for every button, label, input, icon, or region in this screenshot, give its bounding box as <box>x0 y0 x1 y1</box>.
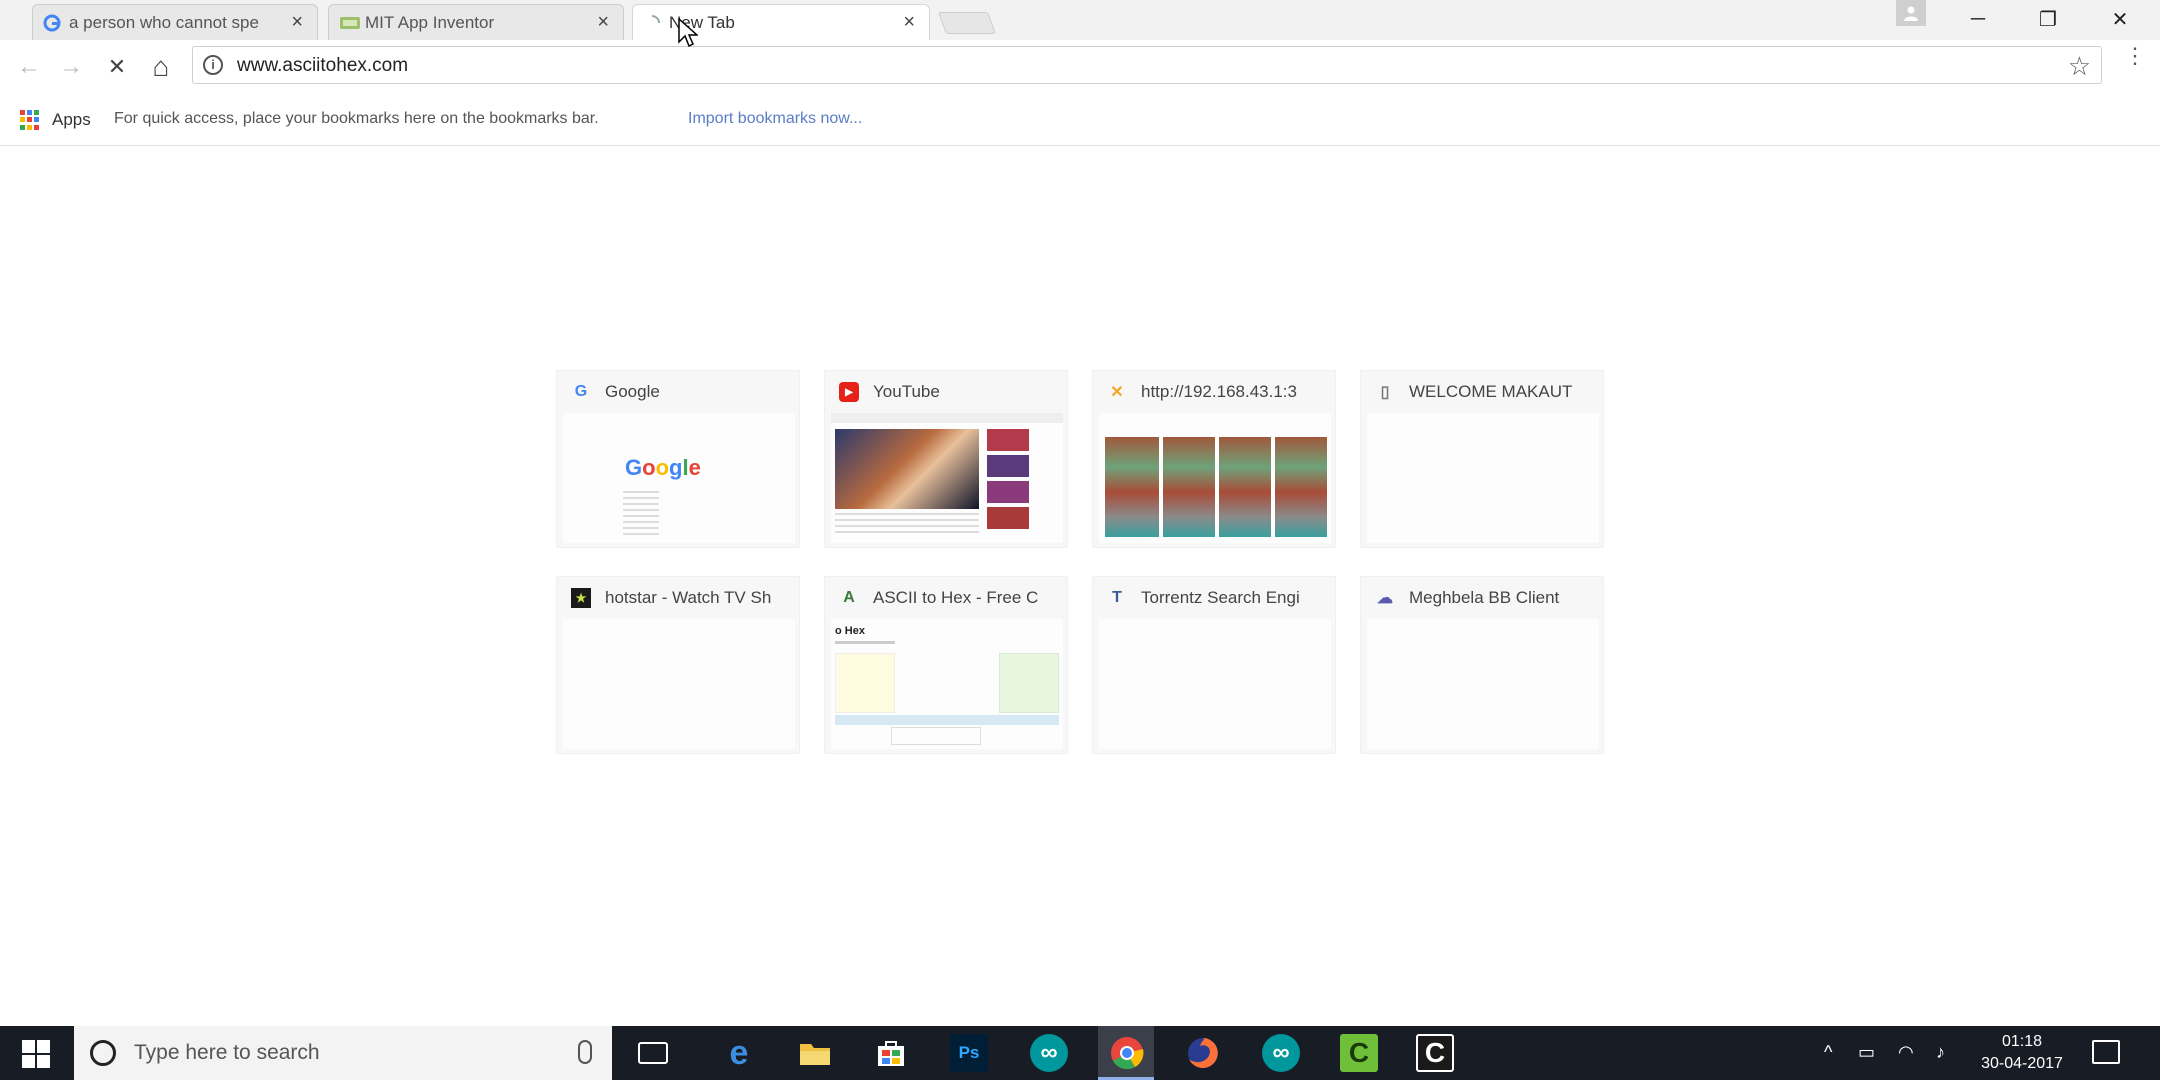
tile-title: Torrentz Search Engi <box>1141 588 1300 607</box>
restore-button[interactable]: ❐ <box>2018 0 2078 38</box>
wifi-icon[interactable]: ◠ <box>1898 1042 1914 1063</box>
camtasia-recorder-icon[interactable]: C <box>1416 1034 1454 1072</box>
most-visited-tile-hotstar[interactable]: ★ hotstar - Watch TV Sh <box>556 576 800 754</box>
address-bar[interactable]: i www.asciitohex.com ☆ <box>192 46 2102 84</box>
site-info-icon[interactable]: i <box>203 55 223 75</box>
import-bookmarks-link[interactable]: Import bookmarks now... <box>688 110 862 128</box>
tile-thumbnail: o Hex <box>831 619 1063 749</box>
mit-app-inventor-icon <box>339 14 360 32</box>
bookmarks-bar: Apps For quick access, place your bookma… <box>0 92 2160 146</box>
close-tab-icon[interactable]: × <box>903 11 915 34</box>
clock-date: 30-04-2017 <box>1981 1055 2063 1072</box>
google-icon: G <box>574 383 588 400</box>
cortana-icon[interactable] <box>90 1040 116 1066</box>
most-visited-tile-makaut[interactable]: ▯ WELCOME MAKAUT <box>1360 370 1604 548</box>
profile-avatar-icon[interactable] <box>1896 0 1926 26</box>
chrome-menu-icon[interactable]: ⋮ <box>2124 45 2146 67</box>
task-view-icon[interactable] <box>638 1042 668 1064</box>
file-explorer-icon[interactable] <box>796 1034 834 1072</box>
show-hidden-icons-chevron[interactable]: ^ <box>1824 1042 1832 1063</box>
home-button[interactable]: ⌂ <box>146 51 176 82</box>
clock-time: 01:18 <box>2001 1033 2043 1050</box>
xender-icon: ✕ <box>1110 384 1124 401</box>
close-window-button[interactable]: ✕ <box>2090 0 2150 38</box>
bookmarks-hint: For quick access, place your bookmarks h… <box>114 110 599 127</box>
tile-title: Meghbela BB Client <box>1409 588 1560 607</box>
system-clock[interactable]: 01:18 30-04-2017 <box>1972 1031 2072 1075</box>
arduino-icon-2[interactable]: ∞ <box>1262 1034 1300 1072</box>
page-icon: ▯ <box>1380 384 1390 401</box>
minimize-button[interactable]: ─ <box>1948 0 2008 38</box>
mouse-cursor-icon <box>678 17 699 53</box>
search-placeholder: Type here to search <box>134 1041 320 1064</box>
new-tab-button[interactable] <box>937 12 997 34</box>
close-tab-icon[interactable]: × <box>597 11 609 34</box>
tile-title: YouTube <box>873 382 940 401</box>
tile-thumbnail <box>1099 619 1331 749</box>
battery-icon[interactable]: ▭ <box>1858 1042 1875 1063</box>
close-tab-icon[interactable]: × <box>291 11 303 34</box>
microphone-icon[interactable] <box>578 1040 592 1064</box>
tile-thumbnail <box>563 619 795 749</box>
tab-new-tab[interactable]: New Tab × <box>632 4 930 40</box>
taskbar-search-box[interactable]: Type here to search <box>74 1026 612 1080</box>
tab-label: MIT App Inventor <box>365 12 495 32</box>
camtasia-icon[interactable]: C <box>1340 1034 1378 1072</box>
torrentz-icon: T <box>1112 589 1122 606</box>
tile-thumbnail <box>1367 413 1599 543</box>
stop-loading-button[interactable]: ✕ <box>102 52 132 82</box>
apps-grid-icon[interactable] <box>20 110 40 130</box>
hotstar-icon: ★ <box>571 588 591 608</box>
youtube-icon: ▶ <box>839 382 859 402</box>
firefox-icon[interactable] <box>1184 1034 1222 1072</box>
tile-title: Google <box>605 382 660 401</box>
most-visited-tile-torrentz[interactable]: T Torrentz Search Engi <box>1092 576 1336 754</box>
edge-icon[interactable]: e <box>720 1034 758 1072</box>
google-logo: Google <box>625 455 701 480</box>
tab-label: New Tab <box>669 12 735 32</box>
url-text[interactable]: www.asciitohex.com <box>237 55 408 77</box>
volume-icon[interactable]: ♪ <box>1936 1042 1945 1063</box>
arduino-icon[interactable]: ∞ <box>1030 1034 1068 1072</box>
back-button[interactable]: ← <box>14 52 44 82</box>
most-visited-tile-youtube[interactable]: ▶ YouTube <box>824 370 1068 548</box>
tile-thumbnail: Google <box>563 413 795 543</box>
google-icon <box>43 14 61 32</box>
tile-title: ASCII to Hex - Free C <box>873 588 1039 607</box>
meghbela-icon: ☁ <box>1377 590 1393 607</box>
bookmark-star-icon[interactable]: ☆ <box>2068 51 2091 82</box>
tab-strip: a person who cannot spe × MIT App Invent… <box>0 0 2160 40</box>
browser-toolbar: ← → ✕ ⌂ i www.asciitohex.com ☆ ⋮ <box>0 40 2160 92</box>
tab-label: a person who cannot spe <box>69 12 259 32</box>
loading-icon <box>643 14 661 32</box>
windows-taskbar: Type here to search e Ps ∞ ∞ C C ^ ▭ ◠ ♪… <box>0 1026 2160 1080</box>
tile-thumbnail <box>831 413 1063 543</box>
most-visited-tile-meghbela[interactable]: ☁ Meghbela BB Client <box>1360 576 1604 754</box>
forward-button[interactable]: → <box>56 52 86 82</box>
tile-thumbnail <box>1099 413 1331 543</box>
tile-title: WELCOME MAKAUT <box>1409 382 1573 401</box>
tile-thumbnail <box>1367 619 1599 749</box>
most-visited-tile-google[interactable]: G Google Google <box>556 370 800 548</box>
windows-start-icon[interactable] <box>22 1040 50 1068</box>
action-center-icon[interactable] <box>2092 1040 2120 1064</box>
photoshop-icon[interactable]: Ps <box>950 1034 988 1072</box>
thumb-heading: o Hex <box>835 625 865 637</box>
store-icon[interactable] <box>872 1034 910 1072</box>
tile-title: http://192.168.43.1:3 <box>1141 382 1297 401</box>
apps-link[interactable]: Apps <box>52 110 91 130</box>
tab-mit-app-inventor[interactable]: MIT App Inventor × <box>328 4 624 40</box>
chrome-icon[interactable] <box>1108 1034 1146 1072</box>
asciitohex-icon: A <box>843 589 855 606</box>
tile-title: hotstar - Watch TV Sh <box>605 588 772 607</box>
tab-google-search[interactable]: a person who cannot spe × <box>32 4 318 40</box>
most-visited-tile-local-ip[interactable]: ✕ http://192.168.43.1:3 <box>1092 370 1336 548</box>
most-visited-tile-asciitohex[interactable]: A ASCII to Hex - Free C o Hex <box>824 576 1068 754</box>
